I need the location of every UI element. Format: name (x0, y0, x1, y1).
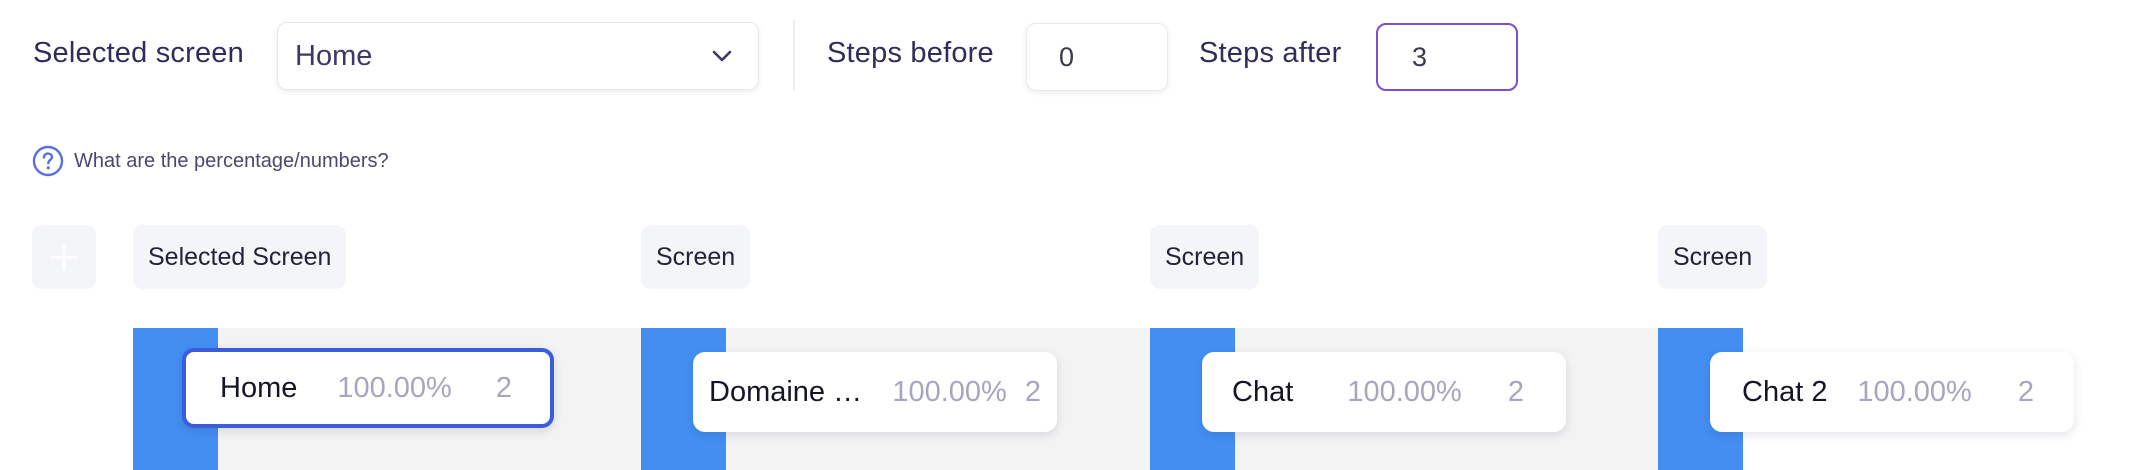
flow-node-chat[interactable]: Chat 100.00% 2 (1202, 352, 1566, 432)
column-header-selected-screen: Selected Screen (133, 225, 347, 289)
flow-node-domaine[interactable]: Domaine Mi… 100.00% 2 (693, 352, 1057, 432)
flow-node-home[interactable]: Home 100.00% 2 (182, 348, 554, 428)
flow-node-chat-2[interactable]: Chat 2 100.00% 2 (1710, 352, 2074, 432)
node-name: Chat (1232, 375, 1294, 408)
node-percent: 100.00% (892, 375, 1007, 408)
steps-after-input[interactable] (1376, 23, 1518, 91)
column-header-screen-1: Screen (641, 225, 751, 289)
plus-icon (49, 242, 79, 272)
filter-divider (793, 20, 795, 90)
node-percent: 100.00% (1347, 375, 1462, 408)
node-percent: 100.00% (337, 371, 452, 404)
node-name: Chat 2 (1742, 375, 1828, 408)
node-name: Domaine Mi… (709, 375, 885, 408)
steps-before-label: Steps before (827, 37, 994, 69)
help-link[interactable]: What are the percentage/numbers? (32, 145, 389, 177)
column-header-screen-3: Screen (1658, 225, 1768, 289)
node-name: Home (220, 371, 298, 404)
help-text: What are the percentage/numbers? (74, 149, 389, 172)
node-percent: 100.00% (1857, 375, 1972, 408)
steps-after-label: Steps after (1199, 37, 1342, 69)
node-count: 2 (2017, 375, 2034, 408)
question-circle-icon (32, 145, 64, 177)
selected-screen-label: Selected screen (33, 37, 244, 69)
node-count: 2 (495, 371, 512, 404)
node-count: 2 (1024, 375, 1041, 408)
chevron-down-icon (708, 42, 736, 70)
selected-screen-dropdown[interactable]: Home (277, 22, 759, 90)
steps-before-input[interactable] (1026, 23, 1168, 91)
node-count: 2 (1507, 375, 1524, 408)
column-header-screen-2: Screen (1150, 225, 1260, 289)
selected-screen-value: Home (295, 39, 373, 72)
add-step-before-button[interactable] (32, 225, 96, 289)
